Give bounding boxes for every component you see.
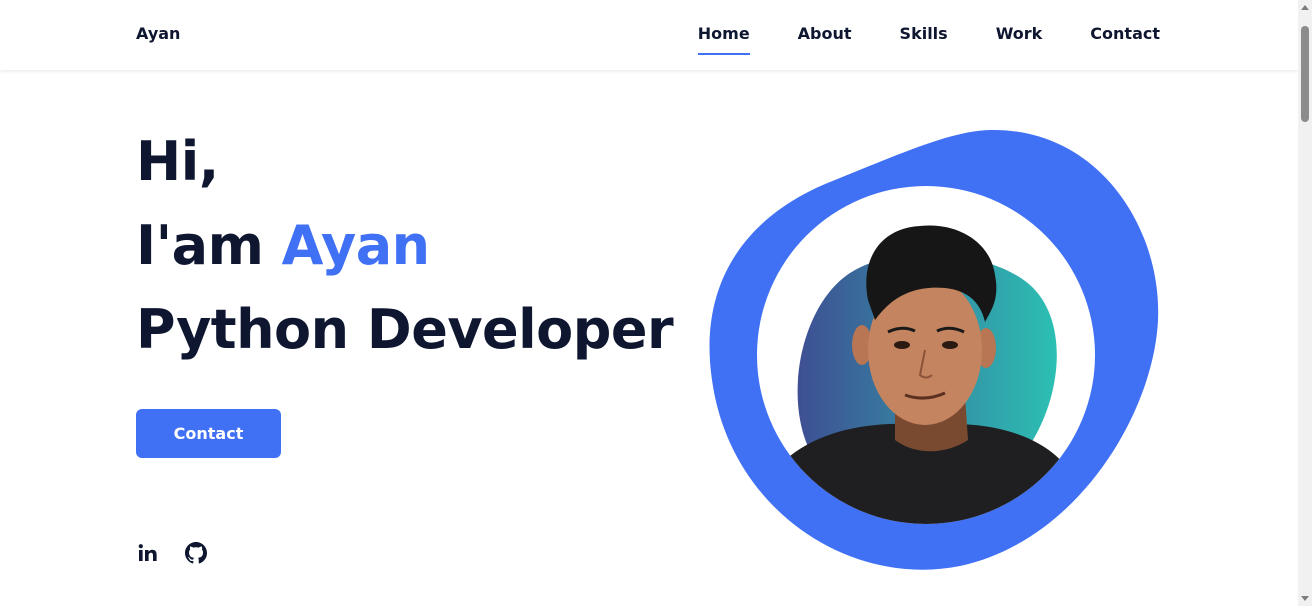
page: Ayan Home About Skills Work Contact Hi, … [0, 0, 1298, 606]
scroll-down-arrow-icon[interactable] [1301, 596, 1309, 601]
hero-portrait [709, 129, 1159, 570]
scroll-up-arrow-icon[interactable] [1301, 5, 1309, 10]
scroll-thumb[interactable] [1301, 26, 1309, 122]
vertical-scrollbar[interactable] [1298, 0, 1312, 606]
